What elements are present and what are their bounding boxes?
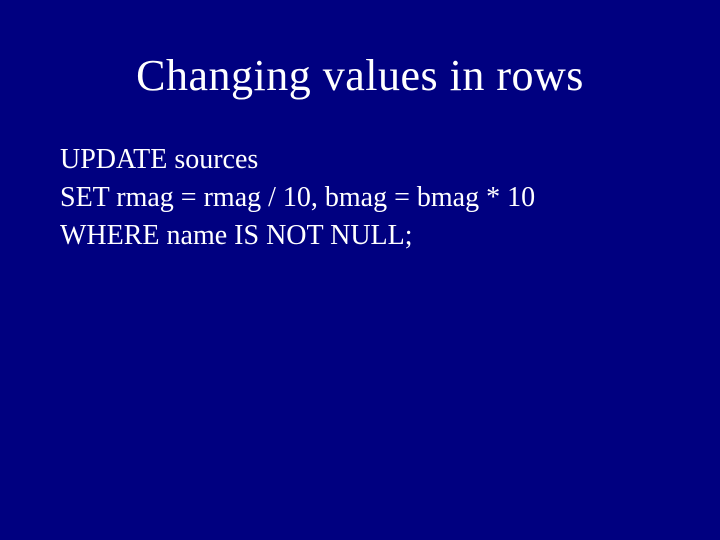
code-line: UPDATE sources <box>60 141 665 179</box>
slide-title: Changing values in rows <box>55 50 665 101</box>
slide-container: Changing values in rows UPDATE sources S… <box>0 0 720 540</box>
slide-content: UPDATE sources SET rmag = rmag / 10, bma… <box>55 141 665 254</box>
code-line: SET rmag = rmag / 10, bmag = bmag * 10 <box>60 179 665 217</box>
code-line: WHERE name IS NOT NULL; <box>60 217 665 255</box>
